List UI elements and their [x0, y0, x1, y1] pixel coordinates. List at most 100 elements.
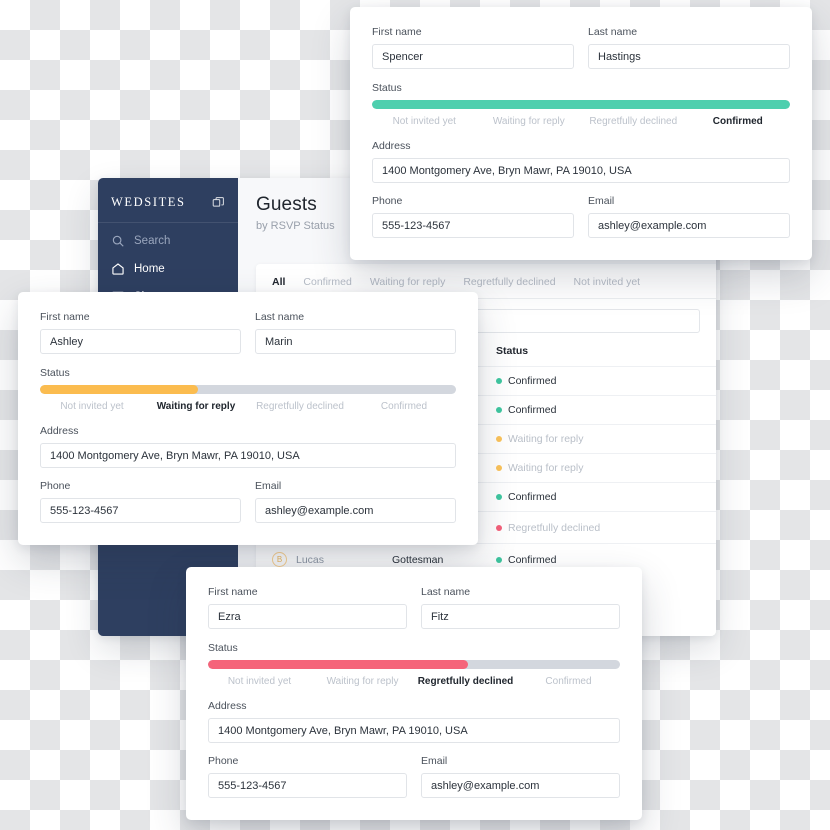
first-name-input[interactable] [372, 44, 574, 69]
duplicate-window-icon[interactable] [212, 196, 225, 209]
status-slider-group: Status Not invited yet Waiting for reply… [208, 642, 620, 687]
status-slider-track[interactable] [40, 385, 456, 394]
email-field-group: Email [421, 755, 620, 798]
guest-detail-card-ashley: First name Last name Status Not invited … [18, 292, 478, 545]
email-label: Email [588, 195, 615, 207]
sidebar-item-search[interactable]: Search [98, 227, 238, 255]
phone-input[interactable] [40, 498, 241, 523]
status-dot-icon [496, 494, 502, 500]
status-dot-icon [496, 378, 502, 384]
status-step-not-invited-yet[interactable]: Not invited yet [40, 401, 144, 412]
status-step-confirmed[interactable]: Confirmed [517, 676, 620, 687]
brand-wordmark: WEDSITES [111, 195, 186, 209]
status-step-waiting-for-reply[interactable]: Waiting for reply [477, 116, 582, 127]
address-label: Address [40, 425, 79, 437]
first-name-label: First name [372, 26, 422, 38]
address-input[interactable] [372, 158, 790, 183]
phone-input[interactable] [372, 213, 574, 238]
row-status: Confirmed [496, 395, 716, 425]
status-label: Status [372, 82, 402, 94]
status-step-regretfully-declined[interactable]: Regretfully declined [581, 116, 686, 127]
last-name-input[interactable] [255, 329, 456, 354]
avatar: B [272, 552, 287, 567]
last-name-input[interactable] [588, 44, 790, 69]
email-input[interactable] [421, 773, 620, 798]
status-slider-track[interactable] [372, 100, 790, 109]
screenshot-canvas: WEDSITES Search Home Guests by RSVP Stat… [0, 0, 830, 830]
sidebar-item-home[interactable]: Home [98, 255, 238, 283]
email-input[interactable] [588, 213, 790, 238]
status-slider-fill [208, 660, 468, 669]
contact-row: Phone Email [372, 195, 790, 238]
status-step-confirmed[interactable]: Confirmed [686, 116, 791, 127]
address-label: Address [372, 140, 411, 152]
email-field-group: Email [255, 480, 456, 523]
status-badge: Confirmed [508, 553, 557, 566]
tab-not-invited-yet[interactable]: Not invited yet [574, 276, 641, 288]
tab-all[interactable]: All [272, 276, 285, 288]
status-step-regretfully-declined[interactable]: Regretfully declined [248, 401, 352, 412]
address-input[interactable] [40, 443, 456, 468]
first-name-label: First name [40, 311, 90, 323]
status-step-waiting-for-reply[interactable]: Waiting for reply [311, 676, 414, 687]
last-name-label: Last name [588, 26, 638, 38]
phone-field-group: Phone [372, 195, 574, 238]
sidebar-divider [98, 222, 238, 223]
first-name-label: First name [208, 586, 258, 598]
address-label: Address [208, 700, 247, 712]
status-step-regretfully-declined[interactable]: Regretfully declined [414, 676, 517, 687]
row-status: Waiting for reply [496, 453, 716, 483]
status-step-not-invited-yet[interactable]: Not invited yet [208, 676, 311, 687]
phone-label: Phone [208, 755, 239, 767]
row-status: Waiting for reply [496, 424, 716, 454]
status-dot-icon [496, 436, 502, 442]
email-label: Email [255, 480, 282, 492]
last-name-field-group: Last name [588, 26, 790, 69]
address-field-group: Address [208, 700, 620, 743]
last-name-label: Last name [421, 586, 471, 598]
last-name-input[interactable] [421, 604, 620, 629]
last-name-field-group: Last name [421, 586, 620, 629]
name-row: First name Last name [40, 311, 456, 354]
status-slider-fill [372, 100, 790, 109]
sidebar-item-label: Home [134, 263, 165, 275]
phone-label: Phone [40, 480, 71, 492]
status-badge: Confirmed [508, 375, 557, 387]
email-field-group: Email [588, 195, 790, 238]
status-badge: Confirmed [508, 491, 557, 503]
status-badge: Waiting for reply [508, 462, 584, 474]
phone-input[interactable] [208, 773, 407, 798]
tab-regretfully-declined[interactable]: Regretfully declined [463, 276, 555, 288]
status-step-not-invited-yet[interactable]: Not invited yet [372, 116, 477, 127]
row-status: Confirmed [496, 366, 716, 396]
status-step-confirmed[interactable]: Confirmed [352, 401, 456, 412]
status-badge: Confirmed [508, 404, 557, 416]
guest-detail-card-ezra: First name Last name Status Not invited … [186, 567, 642, 820]
search-icon [111, 234, 125, 248]
status-badge: Regretfully declined [508, 521, 601, 534]
tab-waiting-for-reply[interactable]: Waiting for reply [370, 276, 445, 288]
status-slider-track[interactable] [208, 660, 620, 669]
first-name-input[interactable] [208, 604, 407, 629]
status-slider-group: Status Not invited yet Waiting for reply… [372, 82, 790, 127]
name-row: First name Last name [372, 26, 790, 69]
email-label: Email [421, 755, 448, 767]
row-status: Regretfully declined [496, 511, 716, 544]
phone-field-group: Phone [208, 755, 407, 798]
first-name-field-group: First name [40, 311, 241, 354]
address-field-group: Address [372, 140, 790, 183]
tab-confirmed[interactable]: Confirmed [303, 276, 351, 288]
address-input[interactable] [208, 718, 620, 743]
column-header-status: Status [496, 345, 529, 357]
sidebar-item-label: Search [134, 235, 171, 247]
last-name-field-group: Last name [255, 311, 456, 354]
status-legend: Not invited yet Waiting for reply Regret… [40, 401, 456, 412]
status-badge: Waiting for reply [508, 433, 584, 445]
phone-label: Phone [372, 195, 403, 207]
address-field-group: Address [40, 425, 456, 468]
email-input[interactable] [255, 498, 456, 523]
status-label: Status [40, 367, 70, 379]
first-name-input[interactable] [40, 329, 241, 354]
status-step-waiting-for-reply[interactable]: Waiting for reply [144, 401, 248, 412]
first-name-field-group: First name [372, 26, 574, 69]
